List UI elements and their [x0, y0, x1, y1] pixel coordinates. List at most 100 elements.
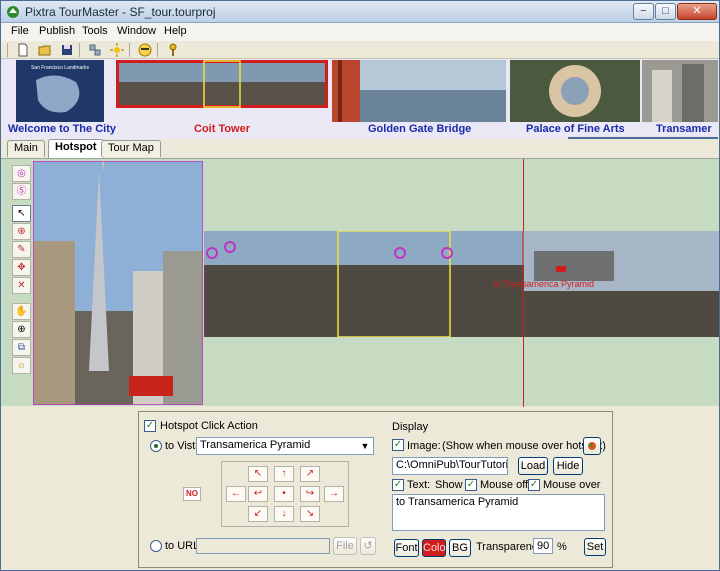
color-button[interactable]: Color	[422, 539, 449, 557]
tab-tour-map[interactable]: Tour Map	[101, 140, 161, 157]
hide-button[interactable]: Hide	[553, 457, 583, 475]
hotspot-workspace[interactable]: to Transamerica Pyramid	[1, 158, 719, 407]
bg-button[interactable]: BG	[449, 539, 471, 557]
vista-boundary-line	[523, 159, 524, 231]
tab-main[interactable]: Main	[7, 140, 45, 157]
to-vista-radio[interactable]	[150, 440, 162, 452]
text-checkbox[interactable]: ✓	[392, 479, 404, 491]
save-icon[interactable]	[59, 42, 75, 58]
thumbnail-label-golden-gate[interactable]: Golden Gate Bridge	[368, 123, 471, 135]
menu-window[interactable]: Window	[117, 25, 156, 37]
minimize-button[interactable]: −	[633, 3, 654, 20]
thumbnail-coit-tower[interactable]	[116, 60, 328, 108]
light-icon[interactable]: ☼	[12, 357, 31, 374]
settings-sun-icon[interactable]	[109, 42, 125, 58]
pointer-icon[interactable]: ↖	[12, 205, 31, 222]
new-file-icon[interactable]	[15, 42, 31, 58]
arrow-left-icon[interactable]: ↩	[248, 486, 268, 502]
thumbnail-welcome-map[interactable]: San Francisco Landmarks	[16, 60, 104, 122]
arrow-up-icon[interactable]: ↑	[274, 466, 294, 482]
maximize-button[interactable]: □	[655, 3, 676, 20]
thumbnail-label-palace[interactable]: Palace of Fine Arts	[526, 123, 625, 135]
hotspot-selected-marker	[556, 266, 566, 272]
thumbnail-golden-gate[interactable]	[332, 60, 506, 122]
image-label: Image:	[407, 440, 441, 452]
mouse-over-label: Mouse over	[543, 479, 601, 491]
move-icon[interactable]: ✥	[12, 259, 31, 276]
thumbnail-label-transamerica[interactable]: Transamer	[656, 123, 712, 135]
zoom-icon[interactable]: ⊕	[12, 223, 31, 240]
to-url-radio[interactable]	[150, 540, 162, 552]
menu-help[interactable]: Help	[164, 25, 187, 37]
hotspot-circle-icon[interactable]: ◎	[12, 165, 31, 182]
open-folder-icon[interactable]	[37, 42, 53, 58]
magnifier-icon[interactable]: ⊕	[12, 321, 31, 338]
hand-icon[interactable]: ✋	[12, 303, 31, 320]
click-action-checkbox[interactable]: ✓	[144, 420, 156, 432]
toolbar-separator	[79, 43, 80, 57]
arrow-up-left-icon[interactable]: ↖	[248, 466, 268, 482]
toolbar	[1, 41, 719, 59]
arrow-center-icon[interactable]: •	[274, 486, 294, 502]
transparency-input[interactable]: 90	[533, 538, 553, 554]
toolbar-separator	[7, 43, 8, 57]
set-button[interactable]: Set	[584, 538, 606, 556]
arrow-up-right-icon[interactable]: ↗	[300, 466, 320, 482]
app-logo-icon	[7, 6, 19, 18]
thumbnail-palace-fine-arts[interactable]	[510, 60, 640, 122]
tab-bar: Main Hotspot Tour Map	[1, 139, 719, 158]
url-input[interactable]	[196, 538, 330, 554]
hotspot-text-area[interactable]: to Transamerica Pyramid	[392, 494, 605, 531]
transition-direction-pad: ↖ ↑ ↗ ← ↩ • ↪ → ↙ ↓ ↘	[221, 461, 349, 527]
mouse-over-checkbox[interactable]: ✓	[528, 479, 540, 491]
image-path-input[interactable]: C:\OmniPub\TourTutorial\SF	[392, 457, 508, 475]
text-label: Text:	[407, 479, 431, 491]
resize-icon[interactable]: ⧉	[12, 339, 31, 356]
close-button[interactable]: ✕	[677, 3, 717, 20]
menu-publish[interactable]: Publish	[39, 25, 75, 37]
menu-file[interactable]: File	[11, 25, 29, 37]
image-preview-button[interactable]	[583, 437, 601, 455]
mouse-off-label: Mouse off	[480, 479, 529, 491]
key-icon[interactable]	[165, 42, 181, 58]
show-label: Show	[435, 479, 463, 491]
smiley-icon[interactable]	[137, 42, 153, 58]
thumbnail-label-welcome[interactable]: Welcome to The City	[8, 123, 116, 135]
arrow-far-left-icon[interactable]: ←	[226, 486, 246, 502]
arrow-down-icon[interactable]: ↓	[274, 506, 294, 522]
vista-thumbnail-strip[interactable]: San Francisco Landmarks Welcome to The C…	[2, 59, 718, 139]
hotspot-s-icon[interactable]: Ⓢ	[12, 183, 31, 200]
delete-x-icon[interactable]: ✕	[12, 277, 31, 294]
toolbar-separator	[157, 43, 158, 57]
display-heading: Display	[392, 421, 429, 433]
mouse-off-checkbox[interactable]: ✓	[465, 479, 477, 491]
chevron-down-icon[interactable]: ▼	[358, 439, 372, 453]
image-checkbox[interactable]: ✓	[392, 439, 404, 451]
vista-select[interactable]: Transamerica Pyramid	[196, 437, 374, 455]
map-title-text: San Francisco Landmarks	[31, 65, 90, 71]
cut-icon[interactable]	[87, 42, 103, 58]
arrow-far-right-icon[interactable]: →	[324, 486, 344, 502]
arrow-down-left-icon[interactable]: ↙	[248, 506, 268, 522]
image-hint: (Show when mouse over hotspot)	[442, 440, 606, 452]
menu-bar: File Publish Tools Window Help	[1, 23, 719, 41]
arrow-right-icon[interactable]: ↪	[300, 486, 320, 502]
font-button[interactable]: Font	[394, 539, 419, 557]
no-transition-badge[interactable]: NO	[183, 487, 201, 501]
thumbnail-label-coit-tower[interactable]: Coit Tower	[194, 123, 250, 135]
file-button[interactable]: File	[333, 537, 357, 555]
brush-icon[interactable]: ✎	[12, 241, 31, 258]
load-button[interactable]: Load	[518, 457, 548, 475]
window-title: Pixtra TourMaster - SF_tour.tourproj	[25, 5, 216, 19]
hotspot-tool-column: ◎ Ⓢ ↖ ⊕ ✎ ✥ ✕ ✋ ⊕ ⧉ ☼	[12, 162, 32, 378]
thumbnail-transamerica[interactable]	[642, 60, 718, 122]
tab-hotspot[interactable]: Hotspot	[48, 139, 104, 158]
app-window: Pixtra TourMaster - SF_tour.tourproj − □…	[0, 0, 720, 571]
arrow-down-right-icon[interactable]: ↘	[300, 506, 320, 522]
title-bar[interactable]: Pixtra TourMaster - SF_tour.tourproj − □…	[1, 1, 719, 23]
percent-label: %	[557, 541, 567, 553]
menu-tools[interactable]: Tools	[82, 25, 108, 37]
panorama-image[interactable]: to Transamerica Pyramid	[204, 231, 719, 337]
toolbar-separator	[129, 43, 130, 57]
refresh-icon[interactable]: ↺	[360, 537, 376, 555]
